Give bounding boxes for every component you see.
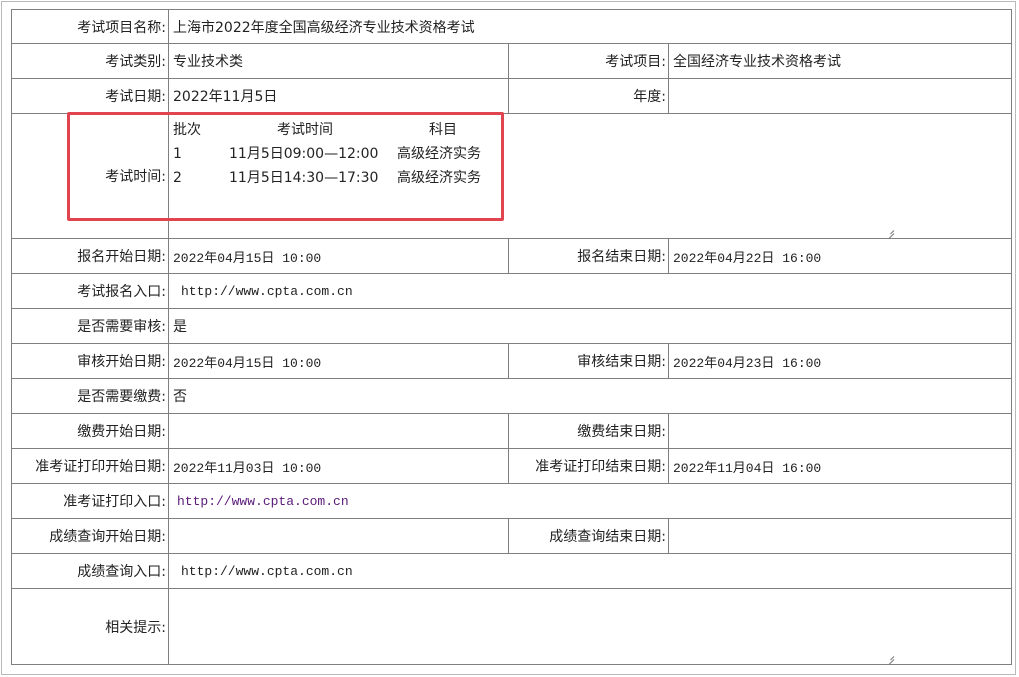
reg-start-label: 报名开始日期:	[11, 238, 169, 274]
textarea-resize-handle[interactable]	[885, 651, 894, 660]
score-end-value	[667, 518, 1013, 554]
score-end-label: 成绩查询结束日期:	[508, 518, 669, 554]
exam-name-value: 上海市2022年度全国高级经济专业技术资格考试	[167, 9, 1013, 44]
reg-start-value: 2022年04月15日 10:00	[168, 238, 509, 274]
schedule-header-batch: 批次	[173, 122, 201, 138]
schedule-header-subject: 科目	[429, 122, 457, 138]
reg-end-value: 2022年04月22日 16:00	[667, 238, 1013, 274]
fee-start-label: 缴费开始日期:	[11, 413, 169, 449]
row-admit-dates: 准考证打印开始日期: 2022年11月03日 10:00 准考证打印结束日期: …	[11, 448, 1013, 484]
row-score-dates: 成绩查询开始日期: 成绩查询结束日期:	[11, 518, 1013, 554]
textarea-resize-handle[interactable]	[885, 225, 894, 234]
fee-end-label: 缴费结束日期:	[508, 413, 669, 449]
row-exam-date: 考试日期: 2022年11月5日 年度:	[11, 78, 1013, 114]
project-label: 考试项目:	[508, 43, 669, 79]
need-fee-label: 是否需要缴费:	[11, 378, 169, 414]
need-review-label: 是否需要审核:	[11, 308, 169, 344]
row-tips: 相关提示:	[11, 588, 1013, 665]
row-need-fee: 是否需要缴费: 否	[11, 378, 1013, 414]
schedule-time: 11月5日14:30—17:30	[229, 170, 379, 186]
exam-name-label: 考试项目名称:	[11, 9, 169, 44]
admit-end-value: 2022年11月04日 16:00	[667, 448, 1013, 484]
score-start-value	[168, 518, 509, 554]
schedule-header-time: 考试时间	[277, 122, 333, 138]
row-reg-dates: 报名开始日期: 2022年04月15日 10:00 报名结束日期: 2022年0…	[11, 238, 1013, 274]
tips-textarea[interactable]	[167, 588, 1013, 665]
admit-start-value: 2022年11月03日 10:00	[168, 448, 509, 484]
admit-end-label: 准考证打印结束日期:	[508, 448, 669, 484]
reg-entry-link[interactable]: http://www.cpta.com.cn	[170, 284, 353, 299]
admit-start-label: 准考证打印开始日期:	[11, 448, 169, 484]
row-review-dates: 审核开始日期: 2022年04月15日 10:00 审核结束日期: 2022年0…	[11, 343, 1013, 379]
row-fee-dates: 缴费开始日期: 缴费结束日期:	[11, 413, 1013, 449]
row-score-entry: 成绩查询入口: http://www.cpta.com.cn	[11, 553, 1013, 589]
admit-entry-label: 准考证打印入口:	[11, 483, 169, 519]
reg-entry-label: 考试报名入口:	[11, 273, 169, 309]
score-entry-link[interactable]: http://www.cpta.com.cn	[170, 564, 353, 579]
fee-start-value	[168, 413, 509, 449]
review-start-label: 审核开始日期:	[11, 343, 169, 379]
row-exam-name: 考试项目名称: 上海市2022年度全国高级经济专业技术资格考试	[11, 9, 1013, 44]
fee-end-value	[667, 413, 1013, 449]
need-fee-value: 否	[167, 378, 1013, 414]
admit-entry-link[interactable]: http://www.cpta.com.cn	[170, 494, 349, 509]
schedule-batch: 2	[173, 170, 182, 186]
row-need-review: 是否需要审核: 是	[11, 308, 1013, 344]
row-exam-time: 考试时间: 批次 考试时间 科目 1 11月5日09:00—12:00 高级经济…	[11, 113, 1013, 239]
row-category: 考试类别: 专业技术类 考试项目: 全国经济专业技术资格考试	[11, 43, 1013, 79]
exam-date-label: 考试日期:	[11, 78, 169, 114]
review-end-value: 2022年04月23日 16:00	[667, 343, 1013, 379]
score-start-label: 成绩查询开始日期:	[11, 518, 169, 554]
exam-time-label: 考试时间:	[11, 113, 169, 239]
review-end-label: 审核结束日期:	[508, 343, 669, 379]
exam-date-value: 2022年11月5日	[168, 78, 509, 114]
score-entry-label: 成绩查询入口:	[11, 553, 169, 589]
category-label: 考试类别:	[11, 43, 169, 79]
category-value: 专业技术类	[168, 43, 509, 79]
schedule-batch: 1	[173, 146, 182, 162]
review-start-value: 2022年04月15日 10:00	[168, 343, 509, 379]
exam-info-table: 考试项目名称: 上海市2022年度全国高级经济专业技术资格考试 考试类别: 专业…	[11, 9, 1013, 665]
schedule-time: 11月5日09:00—12:00	[229, 146, 379, 162]
schedule-subject: 高级经济实务	[397, 146, 481, 162]
year-label: 年度:	[508, 78, 669, 114]
project-value: 全国经济专业技术资格考试	[667, 43, 1013, 79]
row-reg-entry: 考试报名入口: http://www.cpta.com.cn	[11, 273, 1013, 309]
year-value	[667, 78, 1013, 114]
tips-label: 相关提示:	[11, 588, 169, 665]
schedule-subject: 高级经济实务	[397, 170, 481, 186]
reg-end-label: 报名结束日期:	[508, 238, 669, 274]
exam-time-textarea[interactable]: 批次 考试时间 科目 1 11月5日09:00—12:00 高级经济实务 2 1…	[167, 113, 1013, 239]
need-review-value: 是	[167, 308, 1013, 344]
row-admit-entry: 准考证打印入口: http://www.cpta.com.cn	[11, 483, 1013, 519]
